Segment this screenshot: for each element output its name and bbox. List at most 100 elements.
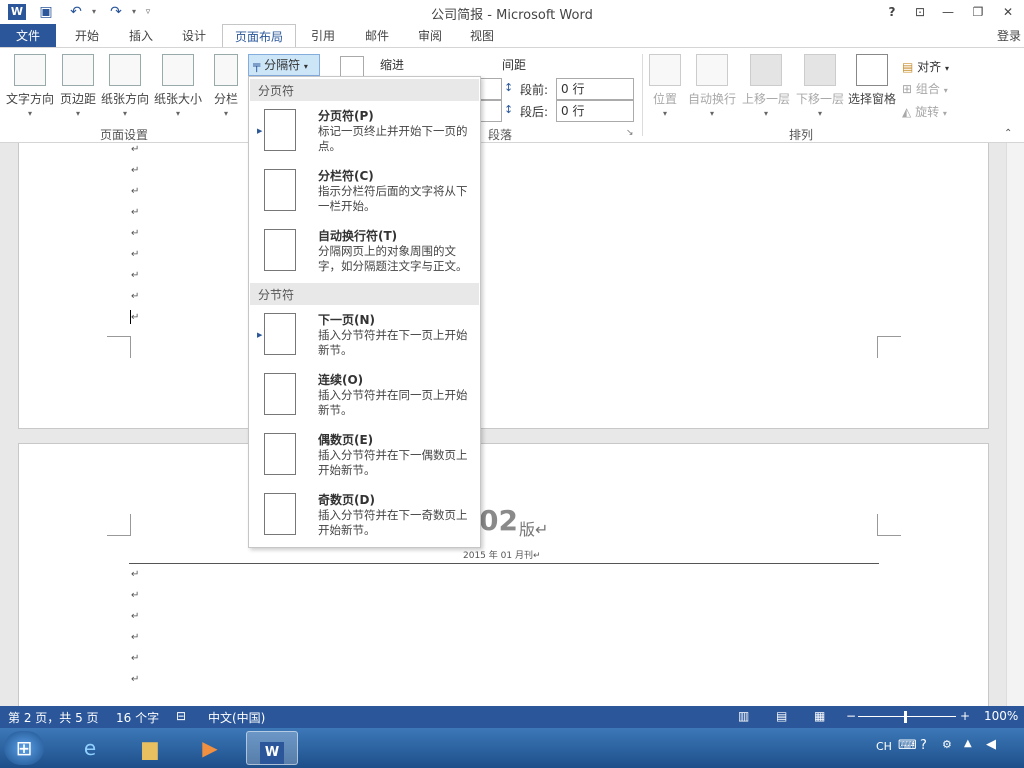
pointer-arrow-icon: ▶ [257, 127, 263, 135]
wrap-text-icon [696, 54, 728, 86]
menu-item-title: 自动换行符(T) [318, 229, 398, 243]
tab-references[interactable]: 引用 [300, 24, 346, 48]
breaks-label: 分隔符 [264, 58, 301, 72]
menu-item-continuous[interactable]: 连续(O) 插入分节符并在同一页上开始新节。 [250, 367, 479, 427]
menu-item-odd-page[interactable]: 奇数页(D) 插入分节符并在下一奇数页上开始新节。 [250, 487, 479, 547]
paper-size-icon [162, 54, 194, 86]
media-player-icon[interactable]: ▶ [184, 731, 236, 765]
zoom-slider-track[interactable] [858, 716, 956, 717]
zoom-level[interactable]: 100% [984, 709, 1018, 723]
margins-button[interactable]: 页边距 ▾ [58, 54, 98, 118]
help-tray-icon[interactable]: ? [920, 738, 927, 753]
login-link[interactable]: 登录 [994, 24, 1024, 48]
group-button[interactable]: ⊞ 组合 ▾ [902, 80, 948, 97]
indent-left-spinner[interactable] [480, 78, 502, 100]
position-button[interactable]: 位置 ▾ [648, 54, 682, 118]
spacing-label: 间距 [502, 58, 527, 72]
selection-pane-icon [856, 54, 888, 86]
breaks-button[interactable]: ╤ 分隔符 ▾ [248, 54, 320, 76]
group-label: 组合 [915, 82, 940, 96]
tray-settings-icon[interactable]: ⚙ [942, 738, 952, 751]
arrange-group-label: 排列 [788, 128, 813, 142]
indent-right-spinner[interactable] [480, 100, 502, 122]
crop-mark [877, 336, 901, 358]
show-hidden-icons-icon[interactable]: ▲ [964, 738, 972, 749]
text-direction-button[interactable]: 文字方向 ▾ [4, 54, 56, 118]
tab-file[interactable]: 文件 [0, 24, 56, 48]
menu-item-column-break[interactable]: 分栏符(C) 指示分栏符后面的文字将从下一栏开始。 [250, 163, 479, 223]
rotate-button[interactable]: ◭ 旋转 ▾ [902, 103, 947, 120]
page-breaks-header: 分页符 [250, 79, 479, 101]
menu-item-desc: 插入分节符并在下一页上开始新节。 [318, 328, 468, 357]
tab-page-layout[interactable]: 页面布局 [222, 24, 296, 49]
menu-item-even-page[interactable]: 偶数页(E) 插入分节符并在下一偶数页上开始新节。 [250, 427, 479, 487]
keyboard-icon[interactable]: ⌨ [898, 738, 917, 753]
tab-home[interactable]: 开始 [62, 24, 112, 48]
internet-explorer-icon[interactable]: e [64, 731, 116, 765]
size-button[interactable]: 纸张大小 ▾ [152, 54, 204, 118]
zoom-in-button[interactable]: + [960, 709, 970, 723]
menu-item-next-page[interactable]: ▶ 下一页(N) 插入分节符并在下一页上开始新节。 [250, 307, 479, 367]
dropdown-arrow-icon: ▾ [303, 62, 308, 71]
read-mode-icon[interactable]: ▥ [738, 709, 749, 723]
paragraph-mark: ↵ [131, 590, 140, 601]
minimize-button[interactable]: — [936, 2, 960, 22]
restore-button[interactable]: ❐ [966, 2, 990, 22]
breaks-menu: 分页符 ▶ 分页符(P) 标记一页终止并开始下一页的点。 分栏符(C) 指示分栏… [248, 76, 481, 548]
word-taskbar-icon[interactable]: W [246, 731, 298, 765]
collapse-ribbon-icon[interactable]: ⌃ [1004, 128, 1012, 139]
crop-mark [107, 514, 131, 536]
close-button[interactable]: ✕ [996, 2, 1020, 22]
crop-mark [107, 336, 131, 358]
word-count[interactable]: 16 个字 [116, 709, 159, 726]
start-button-icon[interactable]: ⊞ [4, 731, 44, 765]
language-indicator[interactable]: 中文(中国) [208, 709, 265, 726]
paragraph-mark: ↵ [131, 207, 140, 218]
send-backward-button[interactable]: 下移一层 ▾ [794, 54, 846, 118]
columns-label: 分栏 [213, 92, 238, 106]
tab-mailings[interactable]: 邮件 [352, 24, 402, 48]
space-before-input[interactable]: 0 行 [556, 78, 634, 100]
rotate-label: 旋转 [915, 105, 940, 119]
tab-review[interactable]: 审阅 [406, 24, 454, 48]
file-explorer-icon[interactable]: ▆ [124, 731, 176, 765]
page-count[interactable]: 第 2 页，共 5 页 [8, 709, 99, 726]
menu-item-text-wrapping[interactable]: 自动换行符(T) 分隔网页上的对象周围的文字，如分隔题注文字与正文。 [250, 223, 479, 283]
selection-pane-button[interactable]: 选择窗格 [846, 54, 898, 107]
bring-forward-button[interactable]: 上移一层 ▾ [740, 54, 792, 118]
wrap-text-button[interactable]: 自动换行 ▾ [686, 54, 738, 118]
dropdown-arrow-icon: ▾ [942, 109, 947, 118]
window-title: 公司简报 - Microsoft Word [431, 8, 593, 23]
orientation-button[interactable]: 纸张方向 ▾ [100, 54, 150, 118]
section-breaks-header: 分节符 [250, 283, 479, 305]
menu-item-page-break[interactable]: ▶ 分页符(P) 标记一页终止并开始下一页的点。 [250, 103, 479, 163]
space-after-label: 段后: [520, 105, 549, 119]
menu-item-title: 偶数页(E) [318, 433, 374, 447]
web-layout-icon[interactable]: ▦ [814, 709, 825, 723]
ribbon-display-options-icon[interactable]: ⊡ [908, 2, 932, 22]
tab-view[interactable]: 视图 [458, 24, 506, 48]
vertical-scrollbar[interactable] [1006, 143, 1024, 706]
page-2[interactable]: 02 版↵ 2015 年 01 月刊↵ ↵ ↵ ↵ ↵ ↵ ↵ [18, 443, 989, 706]
volume-icon[interactable]: ◀ [986, 737, 996, 752]
print-layout-icon[interactable]: ▤ [776, 709, 787, 723]
zoom-out-button[interactable]: − [846, 709, 856, 723]
zoom-slider-thumb[interactable] [904, 711, 907, 723]
input-language[interactable]: CH [876, 740, 892, 753]
page-1[interactable]: ↵ ↵ ↵ ↵ ↵ ↵ ↵ ↵ ↵ [18, 143, 989, 429]
help-button[interactable]: ? [880, 2, 904, 22]
columns-icon [214, 54, 238, 86]
tab-design[interactable]: 设计 [170, 24, 218, 48]
proofing-icon[interactable]: ⊟ [176, 709, 186, 723]
header-rule [129, 563, 879, 564]
dropdown-arrow-icon: ▾ [75, 109, 80, 118]
tab-insert[interactable]: 插入 [116, 24, 166, 48]
space-after-input[interactable]: 0 行 [556, 100, 634, 122]
selection-pane-label: 选择窗格 [847, 92, 896, 106]
paragraph-mark: ↵ [131, 165, 140, 176]
document-area[interactable]: ↵ ↵ ↵ ↵ ↵ ↵ ↵ ↵ ↵ 02 版↵ 2015 年 01 月刊↵ ↵ … [0, 143, 1006, 706]
align-button[interactable]: ▤ 对齐 ▾ [902, 58, 949, 75]
paragraph-launcher-icon[interactable]: ↘ [626, 128, 634, 138]
dropdown-arrow-icon: ▾ [122, 109, 127, 118]
columns-button[interactable]: 分栏 ▾ [208, 54, 244, 118]
